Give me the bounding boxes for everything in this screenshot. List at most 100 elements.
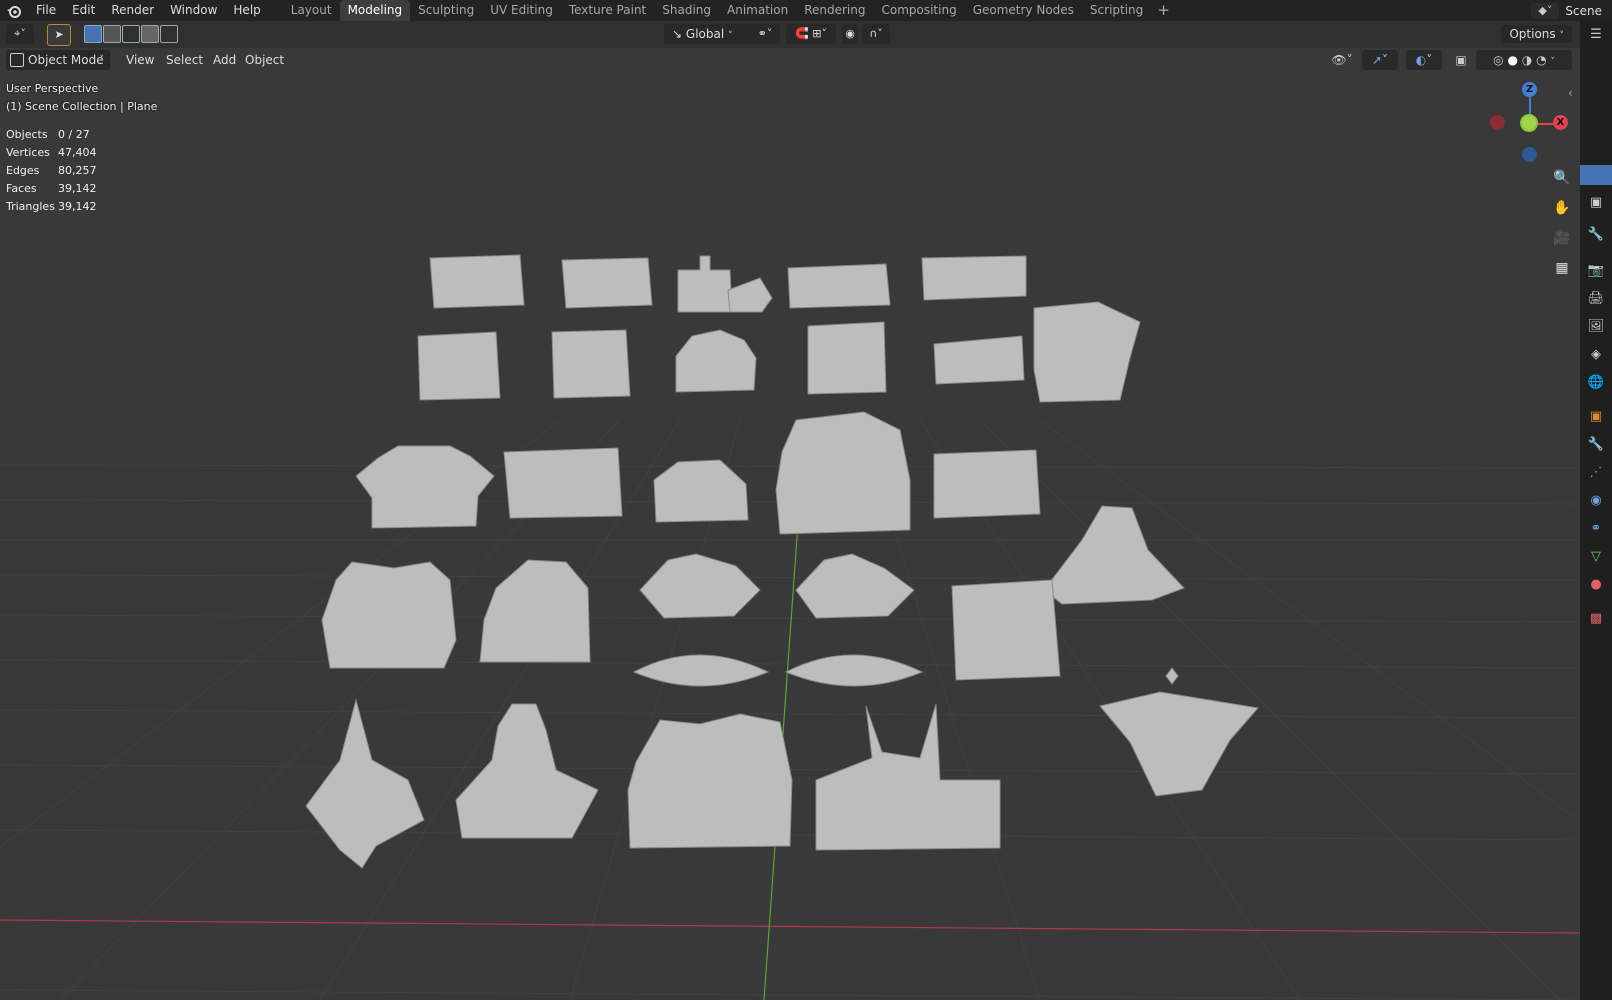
tab-sculpting[interactable]: Sculpting — [410, 0, 482, 21]
negative-z-axis-ball[interactable] — [1522, 147, 1537, 162]
mesh-object[interactable] — [727, 277, 773, 313]
options-dropdown[interactable]: Options ˅ — [1501, 25, 1572, 43]
tab-shading[interactable]: Shading — [654, 0, 719, 21]
mesh-object[interactable] — [551, 329, 631, 399]
mesh-object[interactable] — [933, 335, 1025, 385]
mesh-object[interactable] — [1033, 301, 1141, 403]
mesh-object[interactable] — [775, 411, 911, 535]
texture-icon[interactable]: ▩ — [1584, 607, 1608, 631]
mesh-object[interactable] — [429, 254, 525, 309]
mesh-object[interactable] — [561, 257, 653, 309]
mesh-object[interactable] — [787, 263, 891, 309]
menu-help[interactable]: Help — [225, 0, 268, 21]
output-icon[interactable]: 🖨 — [1584, 287, 1608, 311]
world-icon[interactable]: 🌐 — [1584, 371, 1608, 395]
menu-file[interactable]: File — [28, 0, 64, 21]
mesh-object[interactable] — [1099, 691, 1259, 797]
constraints-icon[interactable]: ⚭ — [1584, 517, 1608, 541]
blender-logo-icon[interactable] — [0, 0, 28, 21]
mesh-object[interactable] — [417, 331, 501, 401]
scene-name[interactable]: Scene — [1565, 4, 1602, 18]
y-axis-ball[interactable] — [1520, 114, 1538, 132]
menu-edit[interactable]: Edit — [64, 0, 103, 21]
mesh-object[interactable] — [921, 255, 1027, 301]
gizmo-toggle-icon[interactable]: ➚˅ — [1362, 50, 1398, 70]
camera-view-icon[interactable]: 🎥 — [1550, 226, 1574, 250]
menu-object[interactable]: Object — [239, 50, 290, 70]
overlays-toggle-icon[interactable]: ◐˅ — [1406, 50, 1442, 70]
mesh-object[interactable] — [1043, 505, 1185, 605]
transform-orientation-dropdown[interactable]: ↘ Global ˅ — [664, 24, 756, 44]
material-shading-icon[interactable]: ◑ — [1522, 53, 1532, 67]
add-workspace-button[interactable]: + — [1151, 0, 1176, 21]
mesh-object[interactable] — [653, 459, 749, 523]
mesh-object[interactable] — [933, 449, 1041, 519]
outliner-icon[interactable]: ☰ — [1584, 23, 1608, 47]
mesh-object[interactable] — [815, 703, 1001, 851]
x-axis-ball[interactable]: X — [1553, 115, 1568, 130]
mesh-object[interactable] — [632, 654, 770, 687]
tab-layout[interactable]: Layout — [283, 0, 340, 21]
falloff-icon[interactable]: ∩˅ — [862, 24, 890, 44]
proportional-editing-icon[interactable]: ◉ — [842, 24, 858, 44]
particles-icon[interactable]: ⋰ — [1584, 461, 1608, 485]
tab-texture-paint[interactable]: Texture Paint — [561, 0, 654, 21]
object-mode-dropdown[interactable]: Object Mode ˅ — [6, 50, 110, 70]
mesh-object[interactable] — [627, 713, 793, 849]
mesh-object[interactable] — [479, 559, 591, 663]
tab-uv-editing[interactable]: UV Editing — [482, 0, 561, 21]
snap-icon[interactable]: 🧲 ⊞˅ — [786, 24, 836, 44]
zoom-icon[interactable]: 🔍 — [1550, 166, 1574, 190]
menu-select[interactable]: Select — [160, 50, 209, 70]
modifier-icon[interactable]: 🔧 — [1584, 433, 1608, 457]
tab-scripting[interactable]: Scripting — [1082, 0, 1151, 21]
perspective-toggle-icon[interactable]: ▦ — [1550, 256, 1574, 280]
mesh-object[interactable] — [305, 698, 425, 869]
material-icon[interactable]: ● — [1584, 573, 1608, 597]
chevron-down-icon[interactable]: ˅ — [1550, 57, 1555, 67]
z-axis-ball[interactable]: Z — [1522, 82, 1537, 97]
menu-add[interactable]: Add — [207, 50, 242, 70]
mesh-object[interactable] — [1165, 667, 1179, 685]
menu-view[interactable]: View — [120, 50, 160, 70]
menu-window[interactable]: Window — [162, 0, 225, 21]
view-layer-icon[interactable]: 🖼 — [1584, 315, 1608, 339]
negative-x-axis-ball[interactable] — [1490, 115, 1505, 130]
rendered-shading-icon[interactable]: ◔ — [1536, 53, 1546, 67]
mesh-object[interactable] — [355, 445, 495, 529]
pan-hand-icon[interactable]: ✋ — [1550, 196, 1574, 220]
editor-type-icon[interactable]: ⌖˅ — [6, 24, 34, 44]
solid-shading-icon[interactable]: ● — [1507, 53, 1517, 67]
mesh-data-icon[interactable]: ▽ — [1584, 545, 1608, 569]
mesh-object[interactable] — [321, 561, 457, 669]
toggle-icon[interactable]: ▣ — [1584, 191, 1608, 215]
select-extend-icon[interactable] — [103, 25, 121, 43]
tool-icon[interactable]: 🔧 — [1584, 223, 1608, 247]
mesh-object[interactable] — [795, 553, 915, 619]
scene-icon[interactable]: ◆˅ — [1531, 2, 1560, 19]
select-new-icon[interactable] — [84, 25, 102, 43]
mesh-object[interactable] — [675, 329, 757, 393]
xray-toggle-icon[interactable]: ▣ — [1452, 50, 1470, 70]
select-intersect-icon[interactable] — [160, 25, 178, 43]
sidebar-toggle-icon[interactable]: ‹ — [1568, 86, 1573, 100]
physics-icon[interactable]: ◉ — [1584, 489, 1608, 513]
tab-compositing[interactable]: Compositing — [873, 0, 964, 21]
3d-viewport[interactable] — [0, 72, 1580, 1000]
mesh-object[interactable] — [503, 447, 623, 519]
visibility-icon[interactable]: 👁˅ — [1328, 50, 1356, 70]
pivot-point-icon[interactable]: ⚭˅ — [750, 24, 780, 44]
mesh-object[interactable] — [784, 654, 924, 687]
tab-modeling[interactable]: Modeling — [339, 0, 411, 21]
tab-geometry-nodes[interactable]: Geometry Nodes — [965, 0, 1082, 21]
select-difference-icon[interactable] — [141, 25, 159, 43]
mesh-object[interactable] — [677, 255, 733, 313]
mesh-object[interactable] — [807, 321, 887, 395]
mesh-object[interactable] — [455, 703, 599, 839]
wireframe-shading-icon[interactable]: ◎ — [1493, 53, 1503, 67]
mesh-object[interactable] — [951, 579, 1061, 681]
render-icon[interactable]: 📷 — [1584, 259, 1608, 283]
scene-icon[interactable]: ◈ — [1584, 343, 1608, 367]
tab-rendering[interactable]: Rendering — [796, 0, 873, 21]
select-tool-icon[interactable]: ➤ — [47, 24, 71, 46]
